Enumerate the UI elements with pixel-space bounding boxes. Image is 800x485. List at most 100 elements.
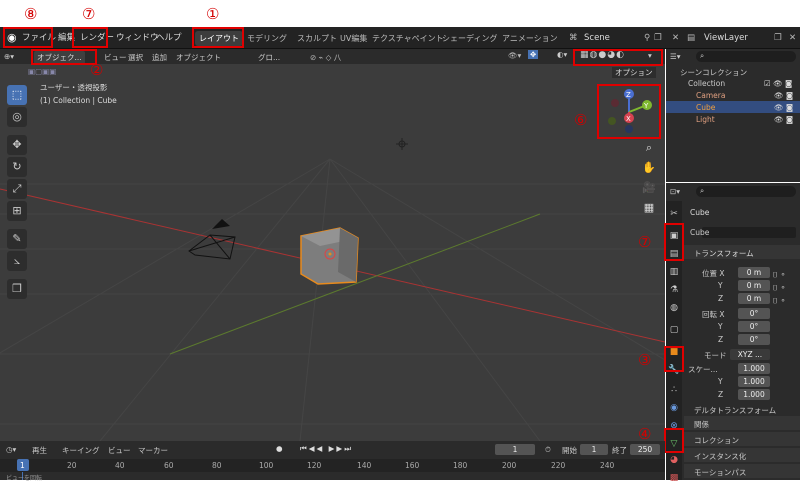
collection-tab-icon[interactable]: ▢	[667, 323, 681, 337]
menu-help[interactable]: ヘルプ	[152, 30, 186, 46]
shading-buttons[interactable]: ▦◍●◕◐	[580, 50, 625, 60]
outliner-collection[interactable]: Collection	[688, 79, 725, 88]
location-y[interactable]: 0 m	[738, 280, 770, 291]
motion-paths-panel[interactable]: モーションパス	[694, 467, 746, 478]
close-layer-icon[interactable]: ✕	[785, 30, 800, 46]
constraints-tab-icon[interactable]: ⊗	[667, 419, 681, 433]
tool-tab-icon[interactable]: ✂	[667, 207, 681, 221]
render-tab-icon[interactable]: ▣	[667, 229, 681, 243]
annotate-tool-icon[interactable]: ✎	[7, 229, 27, 249]
object-datablock[interactable]: Cube	[690, 228, 709, 237]
cube-object[interactable]	[298, 224, 362, 288]
rotation-y[interactable]: 0°	[738, 321, 770, 332]
outliner-item-light[interactable]: Light	[696, 115, 715, 124]
collections-panel[interactable]: コレクション	[694, 435, 739, 446]
close-scene-icon[interactable]: ✕	[668, 30, 683, 46]
zoom-icon[interactable]: ⌕	[640, 139, 658, 157]
tab-uv[interactable]: UV編集	[336, 31, 371, 46]
copy-icon[interactable]: ❐	[650, 30, 666, 46]
copy-layer-icon[interactable]: ❐	[770, 30, 786, 46]
light-eye-icon[interactable]: 👁 ◙	[774, 115, 793, 124]
record-button-icon[interactable]: ●	[276, 444, 283, 453]
end-frame[interactable]: 250	[630, 444, 660, 455]
material-tab-icon[interactable]: ◕	[667, 453, 681, 467]
instancing-panel[interactable]: インスタンス化	[694, 451, 746, 462]
visibility-icon[interactable]: 👁▾	[508, 51, 521, 60]
editor-type-icon[interactable]: ⊕▾	[4, 52, 14, 61]
measure-tool-icon[interactable]: ⦣	[7, 251, 27, 271]
playback-controls-icon[interactable]: ⏮◀◀ ▶▶⏭	[300, 444, 353, 454]
location-z[interactable]: 0 m	[738, 293, 770, 304]
camera-view-icon[interactable]: 🎥	[640, 179, 658, 197]
tab-texture-paint[interactable]: テクスチャペイント	[368, 31, 448, 46]
playback-menu[interactable]: 再生	[32, 445, 47, 456]
overlay-icon[interactable]: ◐▾	[557, 50, 567, 59]
current-frame[interactable]: 1	[495, 444, 535, 455]
scene-tab-icon[interactable]: ⚗	[667, 283, 681, 297]
outliner-root[interactable]: シーンコレクション	[680, 67, 747, 78]
shading-dropdown-icon[interactable]: ▾	[648, 51, 652, 60]
view-layer-tab-icon[interactable]: ▥	[667, 265, 681, 279]
gizmo-toggle-icon[interactable]: ✥	[528, 50, 539, 59]
tab-modeling[interactable]: モデリング	[243, 31, 291, 46]
camera-object[interactable]	[185, 219, 245, 264]
properties-type-icon[interactable]: ⊡▾	[670, 187, 680, 196]
marker-menu[interactable]: マーカー	[138, 445, 168, 456]
tab-shading[interactable]: シェーディング	[438, 31, 501, 46]
tab-sculpt[interactable]: スカルプト	[293, 31, 341, 46]
stopwatch-icon[interactable]: ⏱	[545, 445, 551, 455]
viewport-menu-view[interactable]: ビュー	[104, 52, 127, 63]
data-tab-icon[interactable]: ▽	[667, 437, 681, 451]
view-layer-name[interactable]: ViewLayer	[700, 30, 752, 46]
navigation-gizmo[interactable]: Z Y X	[604, 87, 658, 137]
orientation-dropdown[interactable]: グロ...	[258, 52, 280, 63]
tab-layout[interactable]: レイアウト	[195, 31, 243, 46]
cursor-tool-icon[interactable]: ◎	[7, 107, 27, 127]
scale-z[interactable]: 1.000	[738, 389, 770, 400]
rotation-z[interactable]: 0°	[738, 334, 770, 345]
rotation-mode-dropdown[interactable]: XYZ ...	[730, 349, 770, 360]
transform-tool-icon[interactable]: ⊞	[7, 201, 27, 221]
add-cube-tool-icon[interactable]: ❒	[7, 279, 27, 299]
location-x[interactable]: 0 m	[738, 267, 770, 278]
object-name-field[interactable]	[702, 227, 796, 238]
timeline[interactable]: ◷▾ 再生 キーイング ビュー マーカー ● ⏮◀◀ ▶▶⏭ 1 ⏱ 開始 1 …	[0, 441, 665, 482]
view-layer-icon[interactable]: ▤	[683, 30, 699, 46]
scale-y[interactable]: 1.000	[738, 376, 770, 387]
relations-panel[interactable]: 関係	[694, 419, 709, 430]
move-tool-icon[interactable]: ✥	[7, 135, 27, 155]
tab-animation[interactable]: アニメーション	[498, 31, 562, 46]
particles-tab-icon[interactable]: ∴	[667, 383, 681, 397]
viewport-menu-add[interactable]: 追加	[152, 52, 167, 63]
3d-viewport[interactable]: ⊕▾ オブジェク... ビュー 選択 追加 オブジェクト グロ... ⊘ ⌁ ◇…	[0, 49, 665, 441]
cube-eye-icon[interactable]: 👁 ◙	[774, 103, 793, 112]
scene-name[interactable]: Scene	[580, 30, 614, 46]
physics-tab-icon[interactable]: ◉	[667, 401, 681, 415]
keying-menu[interactable]: キーイング	[62, 445, 100, 456]
timeline-type-icon[interactable]: ◷▾	[6, 445, 16, 454]
delta-transform-panel[interactable]: デルタトランスフォーム	[694, 405, 776, 416]
outliner-item-camera[interactable]: Camera	[696, 91, 725, 100]
outliner-item-cube[interactable]: Cube	[696, 103, 715, 112]
viewport-menu-select[interactable]: 選択	[128, 52, 143, 63]
transform-label[interactable]: トランスフォーム	[694, 248, 754, 259]
output-tab-icon[interactable]: ▤	[667, 247, 681, 261]
lock-icon[interactable]: ⌷ ⚬ ⌷ ⚬ ⌷ ⚬	[773, 268, 786, 307]
object-tab-icon[interactable]: ■	[667, 345, 681, 359]
scale-x[interactable]: 1.000	[738, 363, 770, 374]
rotation-x[interactable]: 0°	[738, 308, 770, 319]
select-box-tool-icon[interactable]: ⬚	[7, 85, 27, 105]
visibility-toggles-icon[interactable]: ☑ 👁 ◙	[764, 79, 792, 88]
modifier-tab-icon[interactable]: 🔧	[667, 363, 681, 377]
pan-hand-icon[interactable]: ✋	[640, 159, 658, 177]
viewport-menu-object[interactable]: オブジェクト	[176, 52, 221, 63]
ortho-toggle-icon[interactable]: ▦	[640, 199, 658, 217]
camera-eye-icon[interactable]: 👁 ◙	[774, 91, 793, 100]
world-tab-icon[interactable]: ◍	[667, 301, 681, 315]
scale-tool-icon[interactable]: ⤢	[7, 179, 27, 199]
start-frame[interactable]: 1	[580, 444, 608, 455]
properties-search-icon[interactable]: ⌕	[696, 186, 796, 197]
outliner-type-icon[interactable]: ☰▾	[670, 52, 681, 61]
texture-tab-icon[interactable]: ▩	[667, 471, 681, 485]
outliner-search-icon[interactable]: ⌕	[696, 51, 796, 62]
